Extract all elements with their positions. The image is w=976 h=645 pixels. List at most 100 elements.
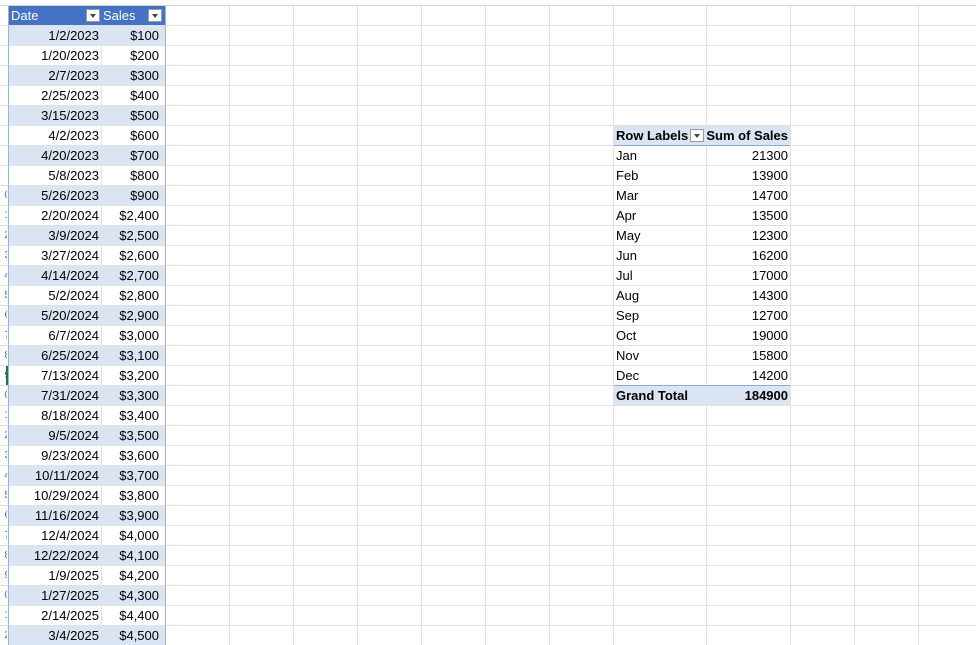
pivot-row-value[interactable]: 13900: [706, 166, 790, 185]
table-cell-sales[interactable]: $3,200: [101, 366, 165, 385]
table-cell-sales[interactable]: $3,900: [101, 506, 165, 525]
table-cell-sales[interactable]: $3,300: [101, 386, 165, 405]
table-cell-date[interactable]: 2/7/2023: [9, 66, 101, 85]
pivot-header-sum-of-sales[interactable]: Sum of Sales: [706, 126, 790, 145]
table-cell-date[interactable]: 5/8/2023: [9, 166, 101, 185]
row-number-stub[interactable]: 2: [0, 626, 7, 645]
table-cell-date[interactable]: 2/14/2025: [9, 606, 101, 625]
table-cell-date[interactable]: 9/23/2024: [9, 446, 101, 465]
table-cell-date[interactable]: 2/20/2024: [9, 206, 101, 225]
table-cell-sales[interactable]: $600: [101, 126, 165, 145]
table-cell-sales[interactable]: $3,400: [101, 406, 165, 425]
pivot-row-value[interactable]: 15800: [706, 346, 790, 365]
table-cell-sales[interactable]: $700: [101, 146, 165, 165]
row-number-stub[interactable]: 4: [0, 466, 7, 485]
row-number-stub[interactable]: [0, 26, 7, 45]
pivot-row-value[interactable]: 13500: [706, 206, 790, 225]
table-cell-date[interactable]: 9/5/2024: [9, 426, 101, 445]
table-cell-date[interactable]: 12/22/2024: [9, 546, 101, 565]
row-number-stub[interactable]: 5: [0, 286, 7, 305]
row-number-stub[interactable]: 1: [0, 606, 7, 625]
pivot-row-label[interactable]: Jan: [614, 146, 706, 165]
row-number-stub[interactable]: 7: [0, 526, 7, 545]
pivot-row-label[interactable]: Dec: [614, 366, 706, 385]
table-cell-date[interactable]: 1/9/2025: [9, 566, 101, 585]
table-cell-sales[interactable]: $500: [101, 106, 165, 125]
table-cell-sales[interactable]: $2,600: [101, 246, 165, 265]
table-cell-date[interactable]: 1/20/2023: [9, 46, 101, 65]
table-cell-sales[interactable]: $100: [101, 26, 165, 45]
row-number-stub[interactable]: [0, 86, 7, 105]
pivot-row-label[interactable]: Jun: [614, 246, 706, 265]
row-number-stub[interactable]: [0, 46, 7, 65]
pivot-row-value[interactable]: 14300: [706, 286, 790, 305]
table-cell-sales[interactable]: $3,800: [101, 486, 165, 505]
spreadsheet-grid[interactable]: 01234567890123456789012 DateSales1/2/202…: [0, 0, 976, 645]
row-number-stub[interactable]: 3: [0, 246, 7, 265]
row-number-stub[interactable]: 0: [0, 586, 7, 605]
table-cell-sales[interactable]: $3,000: [101, 326, 165, 345]
pivot-row-value[interactable]: 12700: [706, 306, 790, 325]
pivot-grand-total-label[interactable]: Grand Total: [614, 386, 706, 405]
table-cell-date[interactable]: 4/20/2023: [9, 146, 101, 165]
table-cell-date[interactable]: 12/4/2024: [9, 526, 101, 545]
table-cell-sales[interactable]: $3,500: [101, 426, 165, 445]
row-number-stub[interactable]: 3: [0, 446, 7, 465]
row-number-stub[interactable]: 8: [0, 346, 7, 365]
table-cell-sales[interactable]: $2,900: [101, 306, 165, 325]
table-cell-date[interactable]: 5/26/2023: [9, 186, 101, 205]
table-cell-date[interactable]: 3/9/2024: [9, 226, 101, 245]
pivot-row-label[interactable]: Oct: [614, 326, 706, 345]
table-cell-sales[interactable]: $2,800: [101, 286, 165, 305]
table-cell-date[interactable]: 10/11/2024: [9, 466, 101, 485]
header-cell-date[interactable]: Date: [9, 6, 101, 25]
pivot-row-value[interactable]: 12300: [706, 226, 790, 245]
table-cell-date[interactable]: 4/2/2023: [9, 126, 101, 145]
pivot-row-value[interactable]: 14700: [706, 186, 790, 205]
row-number-stub[interactable]: 2: [0, 426, 7, 445]
table-cell-sales[interactable]: $4,300: [101, 586, 165, 605]
table-cell-sales[interactable]: $400: [101, 86, 165, 105]
table-cell-date[interactable]: 2/25/2023: [9, 86, 101, 105]
table-cell-date[interactable]: 6/7/2024: [9, 326, 101, 345]
table-cell-date[interactable]: 4/14/2024: [9, 266, 101, 285]
pivot-row-value[interactable]: 19000: [706, 326, 790, 345]
table-cell-sales[interactable]: $4,500: [101, 626, 165, 645]
row-number-stub[interactable]: 4: [0, 266, 7, 285]
table-cell-date[interactable]: 3/4/2025: [9, 626, 101, 645]
row-number-stub[interactable]: 1: [0, 406, 7, 425]
row-number-stub[interactable]: 1: [0, 206, 7, 225]
table-cell-date[interactable]: 7/31/2024: [9, 386, 101, 405]
table-cell-date[interactable]: 10/29/2024: [9, 486, 101, 505]
table-cell-date[interactable]: 3/27/2024: [9, 246, 101, 265]
row-number-stub[interactable]: 7: [0, 326, 7, 345]
table-cell-sales[interactable]: $200: [101, 46, 165, 65]
pivot-row-label[interactable]: Aug: [614, 286, 706, 305]
pivot-grand-total-value[interactable]: 184900: [706, 386, 790, 405]
table-cell-sales[interactable]: $3,600: [101, 446, 165, 465]
table-cell-sales[interactable]: $800: [101, 166, 165, 185]
table-cell-sales[interactable]: $3,700: [101, 466, 165, 485]
table-cell-sales[interactable]: $4,100: [101, 546, 165, 565]
row-number-stub[interactable]: [0, 6, 7, 25]
row-number-stub[interactable]: 6: [0, 506, 7, 525]
pivot-row-label[interactable]: Mar: [614, 186, 706, 205]
table-cell-date[interactable]: 8/18/2024: [9, 406, 101, 425]
row-number-stub[interactable]: 0: [0, 386, 7, 405]
pivot-header-row-labels[interactable]: Row Labels: [614, 126, 706, 145]
row-number-stub[interactable]: 6: [0, 306, 7, 325]
row-number-stub[interactable]: 8: [0, 546, 7, 565]
pivot-row-label[interactable]: Apr: [614, 206, 706, 225]
table-cell-sales[interactable]: $300: [101, 66, 165, 85]
table-cell-date[interactable]: 3/15/2023: [9, 106, 101, 125]
pivot-row-label[interactable]: Sep: [614, 306, 706, 325]
row-number-stub[interactable]: [0, 146, 7, 165]
table-cell-sales[interactable]: $3,100: [101, 346, 165, 365]
pivot-row-value[interactable]: 21300: [706, 146, 790, 165]
row-number-stub[interactable]: 9: [0, 566, 7, 585]
pivot-row-label[interactable]: Nov: [614, 346, 706, 365]
pivot-row-value[interactable]: 16200: [706, 246, 790, 265]
table-cell-date[interactable]: 11/16/2024: [9, 506, 101, 525]
pivot-row-label[interactable]: Feb: [614, 166, 706, 185]
row-number-stub[interactable]: 5: [0, 486, 7, 505]
